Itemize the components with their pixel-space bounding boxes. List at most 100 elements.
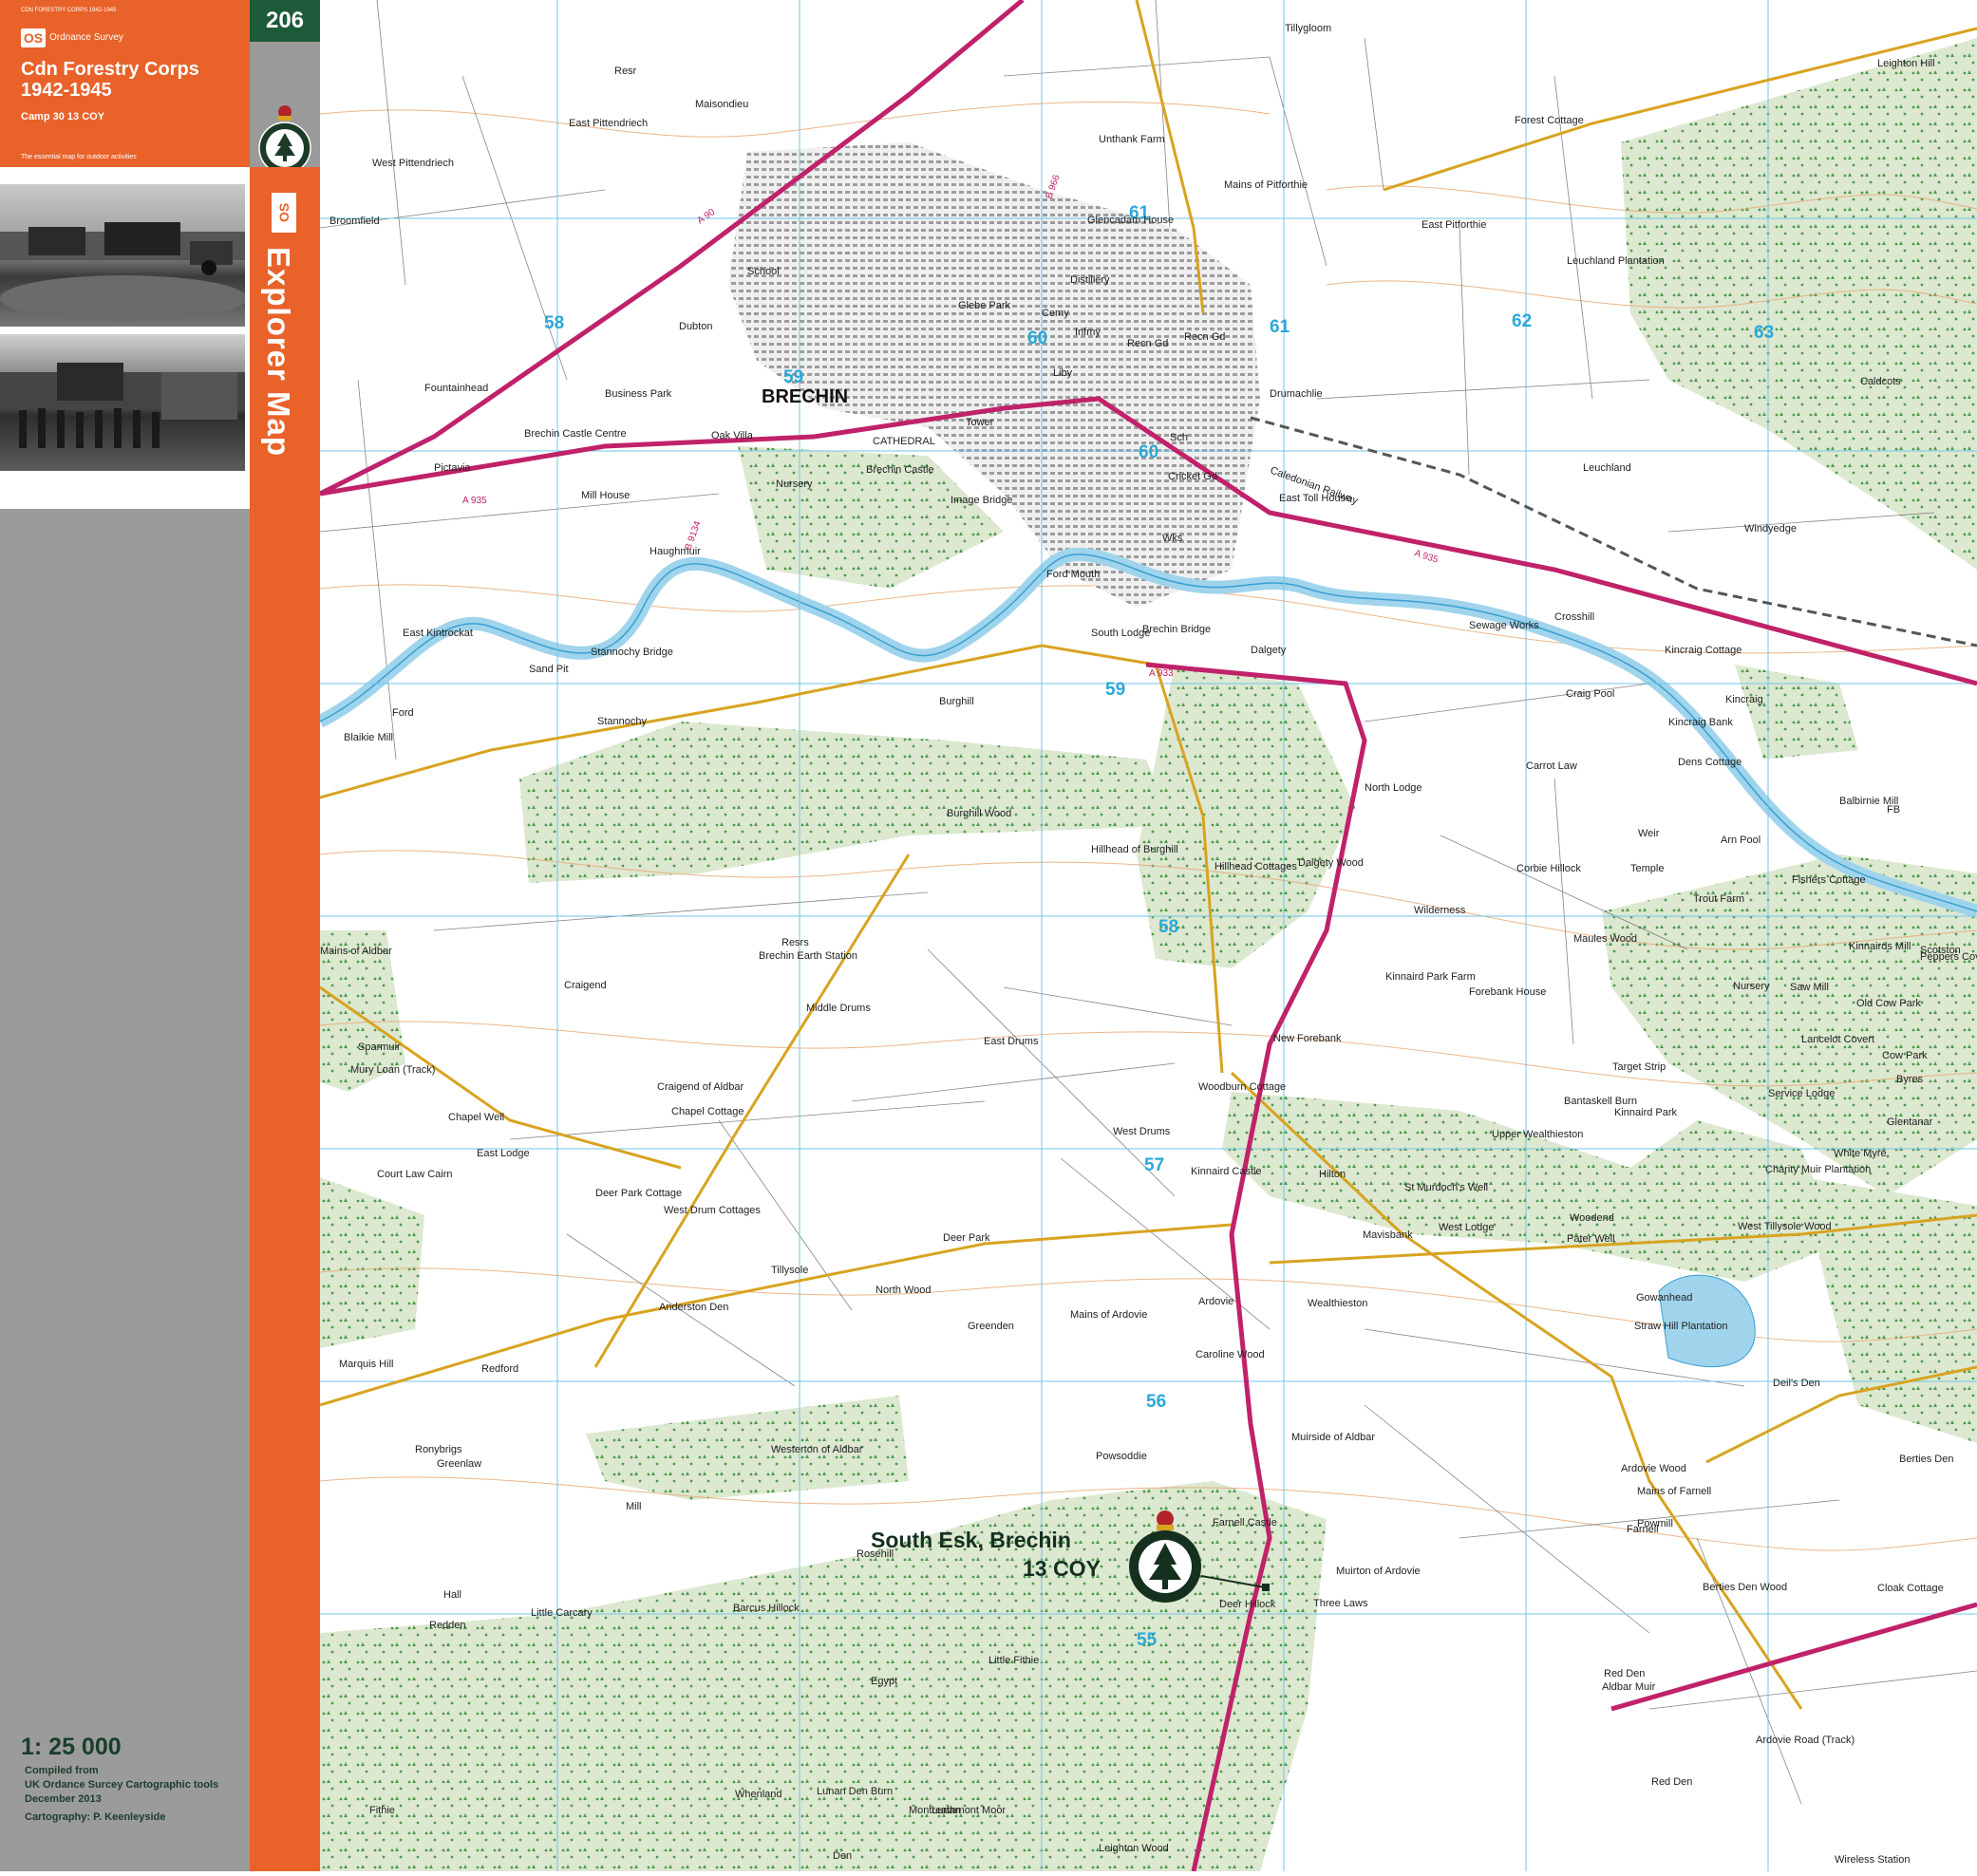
place-label: Mill House bbox=[581, 490, 630, 501]
place-label: Nursery bbox=[776, 478, 813, 490]
place-label: Charity Muir Plantation bbox=[1765, 1164, 1871, 1175]
grid-label: 56 bbox=[1146, 1392, 1166, 1412]
grid-label: 58 bbox=[1158, 917, 1178, 937]
compiled-credit: Compiled from UK Ordance Surcey Cartogra… bbox=[25, 1764, 218, 1825]
place-label: Mains of Pitforthie bbox=[1224, 179, 1308, 191]
place-label: Dens Cottage bbox=[1678, 757, 1742, 768]
place-label: Cemy bbox=[1042, 308, 1069, 319]
place-label: Leighton Wood bbox=[1099, 1843, 1169, 1854]
sheet-number: 206 bbox=[250, 0, 320, 42]
place-label: Little Fithie bbox=[988, 1655, 1039, 1666]
place-label: Kinnaird Park bbox=[1614, 1107, 1678, 1118]
place-label: Resr bbox=[614, 66, 637, 77]
spine-title: Explorer Map bbox=[261, 247, 296, 458]
topographic-map[interactable]: A 90 A 935 A 935 A 933 B 966 B 9134 Cale… bbox=[316, 0, 1977, 1872]
place-label: Recn Gd bbox=[1184, 331, 1225, 343]
place-label: Anderston Den bbox=[659, 1302, 728, 1313]
grid-label: 63 bbox=[1754, 323, 1774, 343]
place-label: West Drums bbox=[1113, 1126, 1171, 1137]
place-label: East Toll House bbox=[1279, 493, 1351, 504]
place-label: Deer Park Cottage bbox=[595, 1188, 682, 1199]
compiled-line: Compiled from bbox=[25, 1765, 99, 1776]
place-label: Business Park bbox=[605, 388, 672, 400]
place-label: Craigend bbox=[564, 980, 607, 991]
place-label: FB bbox=[1887, 804, 1900, 816]
place-label: Farnell Castle bbox=[1213, 1517, 1277, 1529]
place-label: Ronybrigs bbox=[415, 1444, 462, 1455]
place-label: Whenland bbox=[735, 1789, 782, 1800]
place-label: Peppers Covert bbox=[1920, 951, 1977, 963]
place-label: East Kintrockat bbox=[403, 628, 473, 639]
grid-label: 62 bbox=[1512, 311, 1532, 331]
place-label: Kincraig Bank bbox=[1668, 717, 1733, 728]
place-label: Recn Gd bbox=[1127, 338, 1168, 349]
place-label: Broomfield bbox=[330, 216, 380, 227]
place-label: Kincraig Cottage bbox=[1665, 645, 1742, 656]
place-label: Berties Den bbox=[1899, 1454, 1953, 1465]
place-label: Pictavia bbox=[434, 462, 471, 474]
place-label: Muirside of Aldbar bbox=[1291, 1432, 1375, 1443]
place-label: Burghill Wood bbox=[947, 808, 1011, 819]
cover-tagline: The essential map for outdoor activities bbox=[21, 154, 137, 160]
place-label: Woodburn Cottage bbox=[1198, 1081, 1286, 1093]
place-label: North Lodge bbox=[1365, 782, 1422, 794]
place-label: Aldbar Muir bbox=[1602, 1681, 1656, 1693]
photo-panel bbox=[0, 167, 250, 509]
place-label: Tillysole bbox=[771, 1265, 808, 1276]
place-label: Tillygloom bbox=[1285, 23, 1331, 34]
place-label: Glebe Park bbox=[958, 300, 1011, 311]
place-label: East Lodge bbox=[477, 1148, 530, 1159]
place-label: Hillhead of Burghill bbox=[1091, 844, 1178, 855]
photo-trucks-image bbox=[0, 222, 247, 321]
place-label: School bbox=[747, 266, 780, 277]
place-label: Nursery bbox=[1733, 981, 1770, 992]
grid-label: 58 bbox=[544, 313, 564, 333]
place-label: Caldcots bbox=[1860, 376, 1901, 387]
place-label: Haughmuir bbox=[650, 546, 701, 557]
place-label: Ford Mouth bbox=[1046, 569, 1100, 580]
place-label: Woodend bbox=[1570, 1212, 1614, 1224]
place-label: Unthank Farm bbox=[1099, 134, 1165, 145]
place-label: Marquis Hill bbox=[339, 1359, 393, 1370]
place-label: West Tillysole Wood bbox=[1738, 1221, 1832, 1232]
map-scale: 1: 25 000 bbox=[21, 1734, 122, 1760]
forestry-corps-badge-icon bbox=[258, 105, 311, 175]
place-label: Chapel Well bbox=[448, 1112, 504, 1123]
camp-site-square bbox=[1262, 1584, 1270, 1591]
camp-label-line1: South Esk, Brechin bbox=[871, 1528, 1071, 1552]
place-label: Gowanhead bbox=[1636, 1292, 1692, 1304]
place-label: Brechin Earth Station bbox=[759, 950, 857, 962]
grid-label: 59 bbox=[783, 367, 803, 387]
place-label: Trout Farm bbox=[1693, 893, 1744, 905]
place-label: Three Laws bbox=[1313, 1598, 1368, 1609]
road-label-a935-west: A 935 bbox=[462, 496, 487, 506]
place-label: Mill bbox=[626, 1501, 642, 1512]
place-label: Den bbox=[833, 1850, 852, 1862]
place-label: Stannochy Bridge bbox=[591, 647, 673, 658]
place-label: North Wood bbox=[876, 1285, 932, 1296]
place-label: Hillhead Cottages bbox=[1214, 861, 1297, 872]
grid-label: 55 bbox=[1137, 1630, 1158, 1650]
cover-title: Cdn Forestry Corps 1942-1945 bbox=[21, 59, 199, 101]
place-label: Middle Drums bbox=[806, 1003, 871, 1014]
os-name: Ordnance Survey bbox=[49, 32, 123, 43]
place-label: Byres bbox=[1896, 1074, 1924, 1085]
place-label: Caroline Wood bbox=[1196, 1349, 1265, 1360]
place-label: Forebank House bbox=[1469, 986, 1546, 998]
camp-label-line2: 13 COY bbox=[1023, 1556, 1101, 1581]
place-label: Red Den bbox=[1651, 1776, 1692, 1788]
spine-os-icon: OS bbox=[272, 193, 296, 233]
place-label: Windyedge bbox=[1744, 523, 1797, 535]
place-label: Wireless Station bbox=[1835, 1854, 1910, 1866]
place-label: Craigend of Aldbar bbox=[657, 1081, 744, 1093]
legend-panel bbox=[0, 509, 250, 1871]
place-label: St Murdoch's Well bbox=[1404, 1182, 1488, 1193]
place-label: Chapel Cottage bbox=[671, 1106, 744, 1117]
place-label: Cow Park bbox=[1882, 1050, 1928, 1061]
place-label: Straw Hill Plantation bbox=[1634, 1321, 1727, 1332]
place-label: West Drum Cottages bbox=[664, 1205, 761, 1216]
cartography-credit: Cartography: P. Keenleyside bbox=[25, 1811, 166, 1823]
place-label: Sch bbox=[1170, 432, 1188, 443]
place-label: West Lodge bbox=[1439, 1222, 1495, 1233]
map-canvas[interactable]: A 90 A 935 A 935 A 933 B 966 B 9134 Cale… bbox=[316, 0, 1977, 1872]
